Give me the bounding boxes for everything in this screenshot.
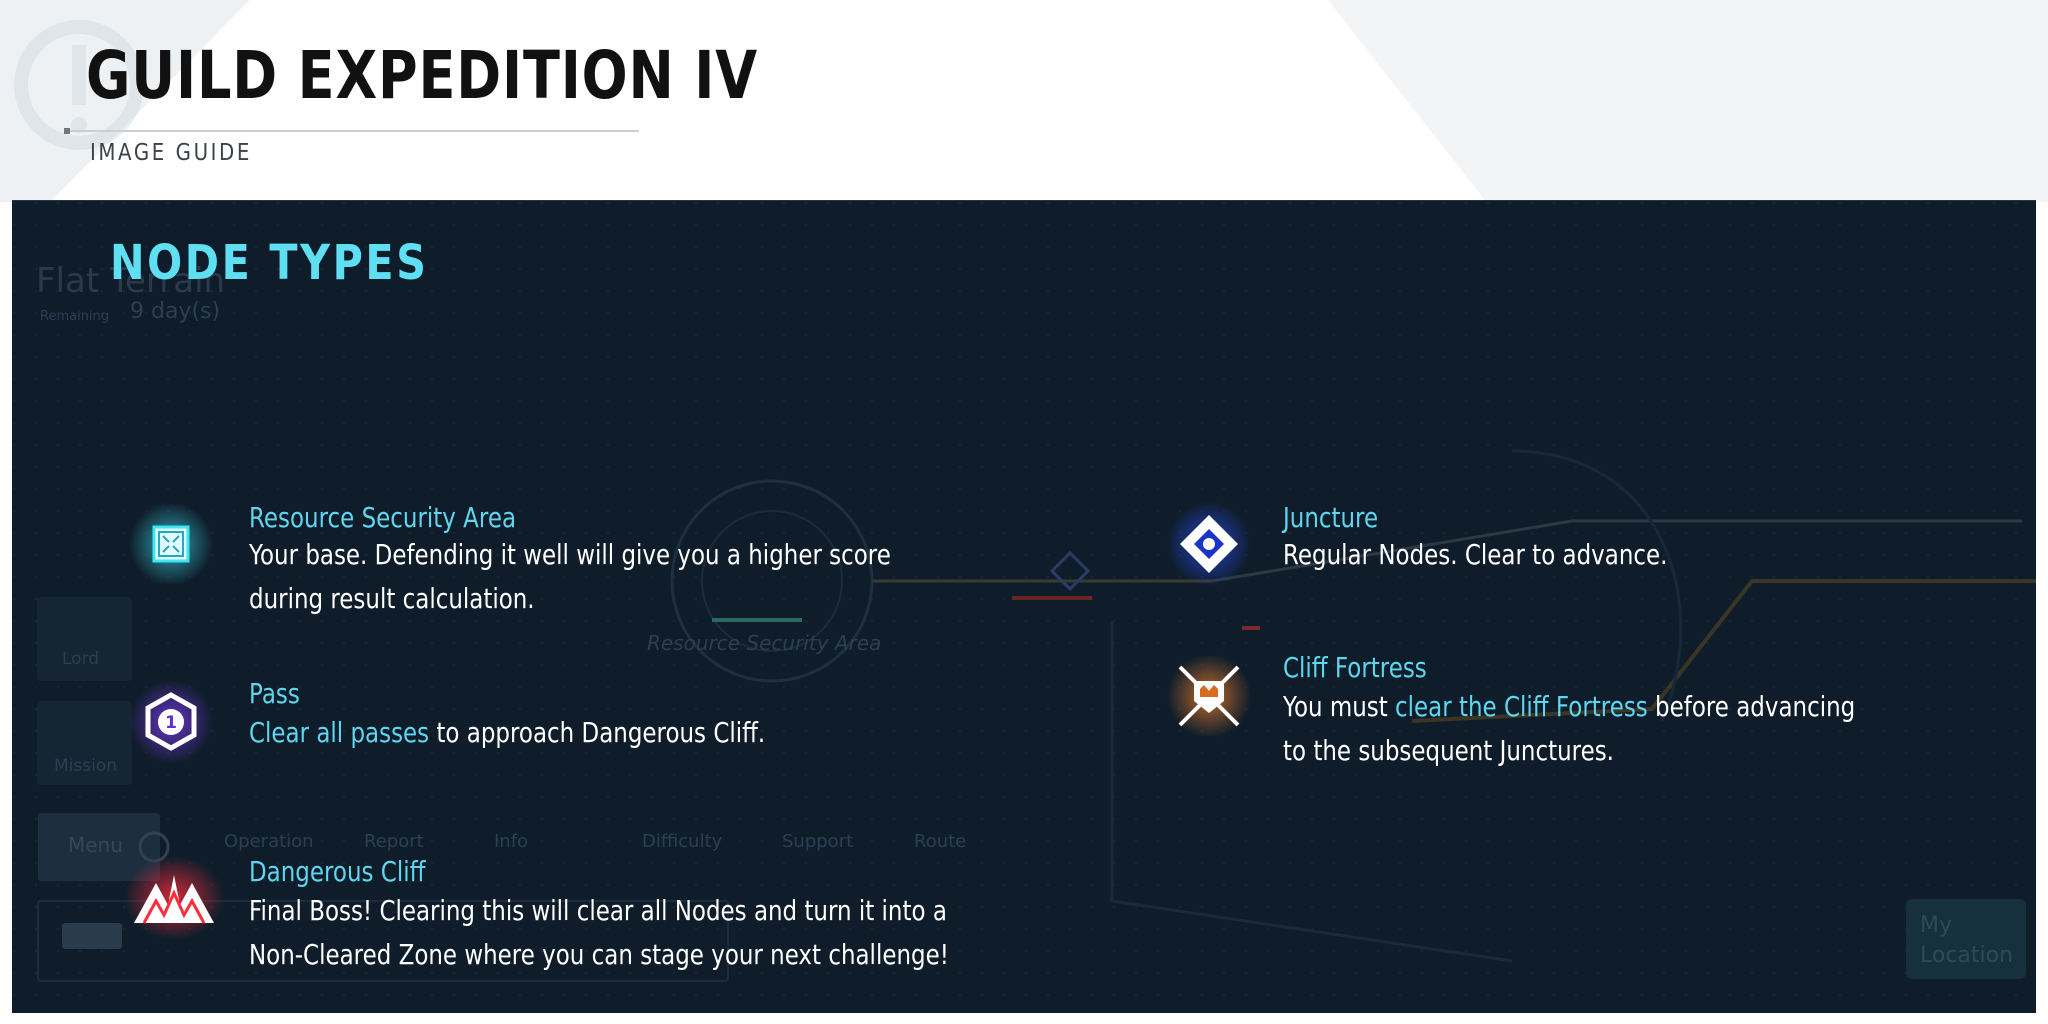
desc-text: to approach Dangerous Cliff. bbox=[429, 716, 766, 749]
node-name: Resource Security Area bbox=[249, 501, 517, 534]
bg-side-lord: Lord bbox=[62, 649, 100, 669]
cliff-fortress-icon bbox=[1167, 654, 1251, 738]
node-description: Regular Nodes. Clear to advance. bbox=[1283, 538, 1668, 571]
desc-text-pre: You must bbox=[1283, 690, 1396, 723]
bg-map-node-label: Resource Security Area bbox=[647, 631, 882, 655]
bg-toolbar-route: Route bbox=[914, 831, 967, 852]
bg-remaining-value: 9 day(s) bbox=[130, 299, 221, 324]
bg-toolbar-support: Support bbox=[782, 831, 854, 852]
bg-toolbar-operation: Operation bbox=[224, 831, 314, 852]
guide-panel: Flat Terrain Remaining 9 day(s) Lord Mis… bbox=[12, 200, 2036, 1013]
node-name: Pass bbox=[249, 677, 300, 710]
node-description: Your base. Defending it well will give y… bbox=[249, 538, 891, 615]
title-divider bbox=[64, 128, 639, 134]
pass-icon: 1 bbox=[129, 680, 213, 764]
juncture-icon bbox=[1167, 502, 1251, 586]
page-subtitle: IMAGE GUIDE bbox=[90, 140, 252, 166]
node-description: Clear all passes to approach Dangerous C… bbox=[249, 711, 962, 755]
node-description: Final Boss! Clearing this will clear all… bbox=[249, 894, 949, 971]
node-name: Dangerous Cliff bbox=[249, 855, 426, 888]
node-name: Juncture bbox=[1283, 501, 1379, 534]
bg-toolbar-info: Info bbox=[494, 831, 529, 852]
bg-side-mission: Mission bbox=[54, 756, 118, 776]
header-right-shape bbox=[1328, 0, 2048, 202]
bg-my-location-2: Location bbox=[1920, 943, 2014, 968]
svg-text:1: 1 bbox=[165, 713, 177, 733]
dangerous-cliff-icon bbox=[124, 856, 224, 940]
bg-toolbar-difficulty: Difficulty bbox=[642, 831, 723, 852]
desc-highlight: clear the Cliff Fortress bbox=[1395, 690, 1648, 723]
section-heading: NODE TYPES bbox=[110, 235, 429, 291]
node-name: Cliff Fortress bbox=[1283, 651, 1427, 684]
bg-my-location-1: My bbox=[1920, 913, 1953, 938]
page-title: GUILD EXPEDITION IV bbox=[86, 37, 758, 114]
bg-menu-button: Menu bbox=[68, 833, 123, 857]
bg-remaining-label: Remaining bbox=[40, 309, 110, 324]
bg-toolbar-report: Report bbox=[364, 831, 424, 852]
resource-security-area-icon bbox=[129, 502, 213, 586]
desc-highlight: Clear all passes bbox=[249, 716, 430, 749]
node-description: You must clear the Cliff Fortress before… bbox=[1283, 685, 1865, 773]
